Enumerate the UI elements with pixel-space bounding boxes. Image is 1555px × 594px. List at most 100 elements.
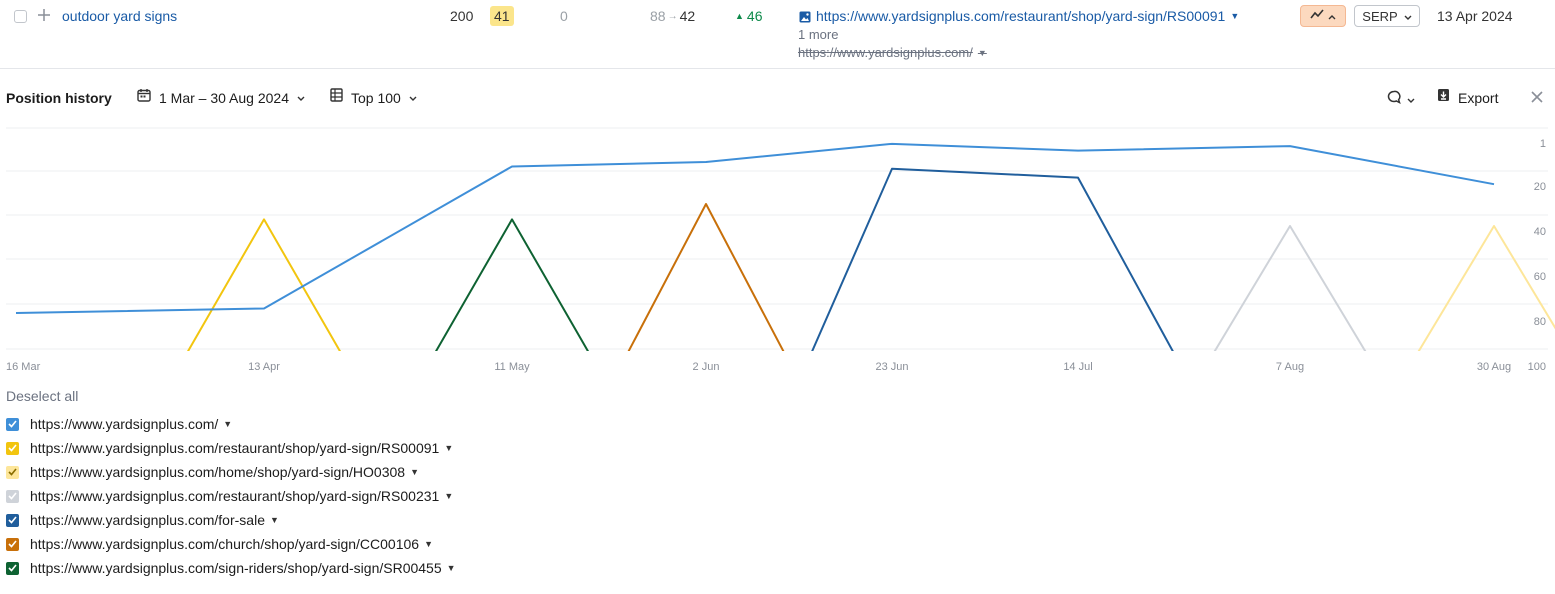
- ranking-url-text[interactable]: https://www.yardsignplus.com/restaurant/…: [816, 8, 1225, 24]
- panel-title: Position history: [6, 90, 112, 106]
- previous-url-text[interactable]: https://www.yardsignplus.com/: [798, 45, 973, 60]
- legend-checkbox[interactable]: [6, 441, 19, 455]
- x-tick-label: 23 Jun: [875, 361, 908, 373]
- chevron-down-icon: [1407, 91, 1415, 109]
- top-filter-label: Top 100: [351, 89, 401, 106]
- legend-label: https://www.yardsignplus.com/sign-riders…: [30, 560, 442, 576]
- y-tick-label: 100: [1528, 361, 1546, 373]
- caret-down-icon[interactable]: ▼: [410, 467, 419, 477]
- caret-down-icon[interactable]: ▼: [424, 539, 433, 549]
- position-history-chart: 1 20 40 60 80 100 16 Mar 13 Apr 11 May 2 Jun 23 Ju…: [6, 127, 1555, 379]
- legend-item[interactable]: https://www.yardsignplus.com/restaurant/…: [6, 486, 453, 506]
- serp-button[interactable]: SERP: [1354, 5, 1420, 27]
- legend-checkbox[interactable]: [6, 513, 19, 527]
- legend-checkbox[interactable]: [6, 489, 19, 503]
- chevron-down-icon: [1404, 9, 1412, 24]
- serp-label: SERP: [1362, 8, 1398, 24]
- export-label: Export: [1458, 89, 1499, 106]
- y-tick-label: 40: [1534, 226, 1546, 238]
- arrow-right-icon: →: [667, 10, 678, 22]
- previous-url[interactable]: https://www.yardsignplus.com/ ▼: [798, 45, 987, 60]
- position-from: 88: [650, 8, 666, 24]
- legend-checkbox[interactable]: [6, 537, 19, 551]
- date-range-label: 1 Mar – 30 Aug 2024: [159, 89, 289, 106]
- legend-item[interactable]: https://www.yardsignplus.com/church/shop…: [6, 534, 433, 554]
- image-icon: [799, 10, 811, 28]
- series-line[interactable]: [172, 218, 356, 379]
- caret-down-icon[interactable]: ▼: [978, 48, 987, 58]
- ranking-url[interactable]: https://www.yardsignplus.com/restaurant/…: [816, 8, 1239, 24]
- series-line[interactable]: [15, 142, 1495, 314]
- legend-checkbox[interactable]: [6, 465, 19, 479]
- check-icon: [8, 420, 17, 428]
- download-icon: [1437, 88, 1450, 107]
- keyword-link[interactable]: outdoor yard signs: [62, 8, 177, 24]
- legend-label: https://www.yardsignplus.com/: [30, 416, 219, 432]
- deselect-all-link[interactable]: Deselect all: [6, 388, 78, 404]
- check-icon: [8, 444, 17, 452]
- caret-down-icon[interactable]: ▼: [444, 443, 453, 453]
- check-icon: [8, 468, 17, 476]
- change-value-wrap: ▲ 46: [735, 8, 763, 24]
- trend-toggle-button[interactable]: [1300, 5, 1346, 27]
- x-tick-label: 14 Jul: [1063, 361, 1092, 373]
- y-tick-label: 1: [1540, 138, 1546, 150]
- caret-down-icon[interactable]: ▼: [223, 419, 232, 429]
- chevron-down-icon: [409, 89, 417, 107]
- legend-item[interactable]: https://www.yardsignplus.com/for-sale ▼: [6, 510, 279, 530]
- legend-item[interactable]: https://www.yardsignplus.com/restaurant/…: [6, 438, 453, 458]
- x-tick-label: 7 Aug: [1276, 361, 1304, 373]
- position-change: 88 → 42: [650, 8, 695, 24]
- x-tick-label: 11 May: [494, 361, 530, 373]
- cpc-value: 0: [560, 8, 568, 24]
- legend-checkbox[interactable]: [6, 417, 19, 431]
- x-tick-label: 2 Jun: [693, 361, 720, 373]
- caret-down-icon[interactable]: ▼: [1230, 11, 1239, 21]
- series-line[interactable]: [800, 167, 1188, 379]
- legend-label: https://www.yardsignplus.com/for-sale: [30, 512, 265, 528]
- volume-value: 200: [450, 8, 474, 24]
- check-icon: [8, 492, 17, 500]
- check-icon: [8, 564, 17, 572]
- series-line[interactable]: [614, 203, 798, 379]
- export-button[interactable]: Export: [1437, 88, 1498, 107]
- legend-label: https://www.yardsignplus.com/home/shop/y…: [30, 464, 406, 480]
- y-tick-label: 80: [1534, 316, 1546, 328]
- series-line[interactable]: [1402, 225, 1555, 379]
- plus-icon[interactable]: [37, 6, 51, 29]
- kd-badge: 41: [490, 6, 514, 26]
- legend-label: https://www.yardsignplus.com/restaurant/…: [30, 440, 440, 456]
- trend-icon: [1310, 7, 1324, 25]
- annotations-button[interactable]: [1387, 90, 1415, 109]
- change-value: 46: [746, 8, 763, 24]
- legend-item[interactable]: https://www.yardsignplus.com/home/shop/y…: [6, 462, 419, 482]
- chevron-down-icon: [297, 89, 305, 107]
- x-tick-label: 16 Mar: [6, 361, 41, 373]
- y-tick-label: 60: [1534, 271, 1546, 283]
- row-checkbox[interactable]: [14, 10, 27, 23]
- close-icon[interactable]: [1530, 90, 1544, 109]
- caret-down-icon[interactable]: ▼: [444, 491, 453, 501]
- calendar-icon: [137, 88, 151, 107]
- legend-item[interactable]: https://www.yardsignplus.com/sign-riders…: [6, 558, 456, 578]
- keyword-row: outdoor yard signs 200 41 0 88 → 42 ▲ 46…: [0, 0, 1555, 69]
- legend-label: https://www.yardsignplus.com/restaurant/…: [30, 488, 440, 504]
- legend-item[interactable]: https://www.yardsignplus.com/ ▼: [6, 414, 232, 434]
- caret-down-icon[interactable]: ▼: [447, 563, 456, 573]
- x-tick-label: 13 Apr: [248, 361, 280, 373]
- legend-checkbox[interactable]: [6, 561, 19, 575]
- series-line[interactable]: [420, 218, 604, 379]
- more-urls-link[interactable]: 1 more: [798, 27, 838, 42]
- position-to: 42: [679, 8, 696, 24]
- arrow-up-icon: ▲: [735, 11, 744, 21]
- date-range-picker[interactable]: 1 Mar – 30 Aug 2024: [137, 88, 305, 107]
- top-filter-dropdown[interactable]: Top 100: [330, 88, 417, 107]
- legend-label: https://www.yardsignplus.com/church/shop…: [30, 536, 420, 552]
- series-line[interactable]: [1198, 225, 1382, 379]
- table-icon: [330, 88, 343, 107]
- row-date: 13 Apr 2024: [1437, 8, 1513, 24]
- chevron-up-icon: [1328, 7, 1336, 25]
- comment-icon: [1387, 90, 1401, 109]
- check-icon: [8, 516, 17, 524]
- caret-down-icon[interactable]: ▼: [270, 515, 279, 525]
